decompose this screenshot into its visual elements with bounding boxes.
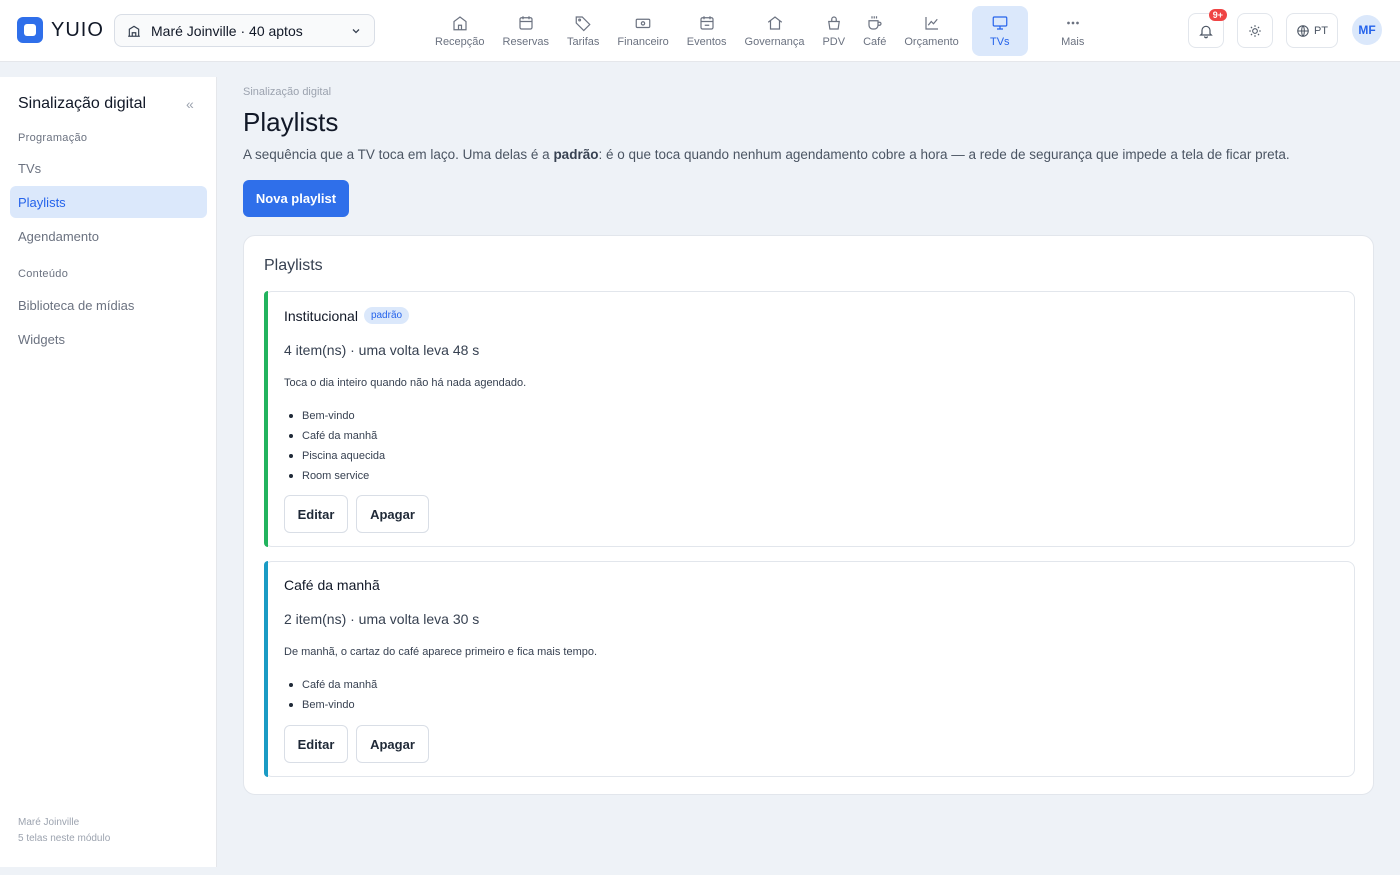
calendar-icon bbox=[519, 16, 533, 30]
logo-text: YUIO bbox=[51, 18, 104, 41]
sidebar-section-conteudo: Conteúdo bbox=[18, 268, 69, 280]
house-icon bbox=[767, 16, 782, 30]
playlist-header: Café da manhã bbox=[284, 577, 380, 593]
nav-recepcao[interactable]: Recepção bbox=[426, 6, 494, 56]
property-select[interactable]: Maré Joinville · 40 aptos bbox=[114, 14, 375, 47]
edit-button[interactable]: Editar bbox=[284, 495, 348, 533]
top-bar: YUIO Maré Joinville · 40 aptos Recepção … bbox=[0, 0, 1400, 62]
playlist-items: Café da manhã Bem-vindo bbox=[284, 675, 377, 715]
playlist-actions: Editar Apagar bbox=[284, 725, 429, 763]
playlist-accent-bar bbox=[264, 561, 268, 777]
logo-icon bbox=[17, 17, 43, 43]
sidebar-title: Sinalização digital bbox=[18, 95, 147, 112]
more-icon bbox=[1066, 21, 1079, 25]
sidebar-item-widgets[interactable]: Widgets bbox=[10, 323, 207, 355]
page-title: Playlists bbox=[243, 107, 339, 137]
nav-label: Orçamento bbox=[904, 36, 959, 48]
playlist-actions: Editar Apagar bbox=[284, 495, 429, 533]
nav-label: Mais bbox=[1061, 36, 1085, 48]
chart-line-icon bbox=[924, 17, 938, 30]
sidebar: Sinalização digital « Programação TVs Pl… bbox=[0, 77, 217, 867]
main-nav: Recepção Reservas Tarifas Financeiro Eve… bbox=[426, 6, 1108, 56]
sidebar-section-programacao: Programação bbox=[18, 132, 88, 144]
list-item: Café da manhã bbox=[284, 426, 385, 446]
coffee-icon bbox=[868, 16, 882, 30]
nav-label: Café bbox=[863, 36, 887, 48]
list-item: Piscina aquecida bbox=[284, 446, 385, 466]
property-select-value: Maré Joinville · 40 aptos bbox=[151, 22, 303, 39]
playlist-description: De manhã, o cartaz do café aparece prime… bbox=[284, 646, 598, 658]
nav-eventos[interactable]: Eventos bbox=[678, 6, 736, 56]
intro-text-1: A sequência que a TV toca em laço. Uma d… bbox=[243, 147, 554, 162]
list-item: Café da manhã bbox=[284, 675, 377, 695]
playlist-meta: 4 item(ns) · uma volta leva 48 s bbox=[284, 342, 480, 358]
nav-tarifas[interactable]: Tarifas bbox=[558, 6, 608, 56]
breadcrumb[interactable]: Sinalização digital bbox=[243, 86, 331, 98]
monitor-icon bbox=[992, 16, 1008, 30]
playlist-name: Institucional bbox=[284, 307, 358, 324]
nav-label: Recepção bbox=[435, 36, 485, 48]
nav-label: Reservas bbox=[502, 36, 550, 48]
sun-icon bbox=[1249, 24, 1261, 37]
intro-text-2: : é o que toca quando nenhum agendamento… bbox=[598, 147, 1290, 162]
nav-pdv[interactable]: PDV bbox=[813, 6, 854, 56]
delete-button[interactable]: Apagar bbox=[356, 495, 429, 533]
sidebar-item-tvs[interactable]: TVs bbox=[10, 152, 207, 184]
language-button[interactable]: PT bbox=[1286, 13, 1338, 48]
nav-label: Eventos bbox=[686, 36, 727, 48]
playlist-name: Café da manhã bbox=[284, 577, 380, 593]
collapse-sidebar-icon[interactable]: « bbox=[186, 96, 194, 112]
theme-toggle-button[interactable] bbox=[1237, 13, 1273, 48]
tag-icon bbox=[575, 16, 591, 32]
playlist-items: Bem-vindo Café da manhã Piscina aquecida… bbox=[284, 406, 385, 486]
nav-financeiro[interactable]: Financeiro bbox=[608, 6, 677, 56]
nav-governanca[interactable]: Governança bbox=[736, 6, 814, 56]
playlist-header: Institucional padrão bbox=[284, 307, 410, 324]
chevron-down-icon bbox=[352, 28, 360, 33]
playlists-panel: Playlists Institucional padrão 4 item(ns… bbox=[243, 235, 1374, 795]
intro-text-bold: padrão bbox=[553, 147, 599, 162]
sidebar-item-agendamento[interactable]: Agendamento bbox=[10, 220, 207, 252]
nav-label: Tarifas bbox=[567, 36, 600, 48]
nav-label: PDV bbox=[822, 36, 846, 48]
panel-title: Playlists bbox=[264, 257, 323, 274]
sidebar-item-playlists[interactable]: Playlists bbox=[10, 186, 207, 218]
nav-label: Financeiro bbox=[617, 36, 669, 48]
calendar-event-icon bbox=[700, 16, 714, 30]
playlist-meta: 2 item(ns) · uma volta leva 30 s bbox=[284, 611, 480, 627]
home-icon bbox=[453, 16, 467, 31]
bell-icon bbox=[1199, 25, 1213, 38]
nav-reservas[interactable]: Reservas bbox=[494, 6, 558, 56]
default-badge: padrão bbox=[363, 307, 410, 324]
sidebar-footer-property: Maré Joinville bbox=[18, 817, 80, 828]
list-item: Bem-vindo bbox=[284, 406, 385, 426]
delete-button[interactable]: Apagar bbox=[356, 725, 429, 763]
playlist-card: Café da manhã 2 item(ns) · uma volta lev… bbox=[264, 561, 1355, 777]
sidebar-footer-count: 5 telas neste módulo bbox=[18, 833, 111, 844]
playlist-description: Toca o dia inteiro quando não há nada ag… bbox=[284, 377, 527, 389]
new-playlist-button[interactable]: Nova playlist bbox=[243, 180, 349, 217]
money-icon bbox=[635, 18, 651, 29]
playlist-card: Institucional padrão 4 item(ns) · uma vo… bbox=[264, 291, 1355, 547]
playlist-accent-bar bbox=[264, 291, 268, 547]
avatar[interactable]: MF bbox=[1352, 15, 1382, 45]
language-label: PT bbox=[1313, 24, 1329, 37]
page-intro: A sequência que a TV toca em laço. Uma d… bbox=[243, 147, 1290, 162]
globe-icon bbox=[1297, 24, 1309, 37]
nav-tvs[interactable]: TVs bbox=[971, 6, 1028, 56]
sidebar-item-biblioteca[interactable]: Biblioteca de mídias bbox=[10, 289, 207, 321]
basket-icon bbox=[827, 16, 840, 30]
nav-label: TVs bbox=[989, 36, 1010, 48]
nav-orcamento[interactable]: Orçamento bbox=[895, 6, 967, 56]
list-item: Bem-vindo bbox=[284, 695, 377, 715]
list-item: Room service bbox=[284, 466, 385, 486]
nav-mais[interactable]: Mais bbox=[1038, 6, 1108, 56]
notifications-button[interactable]: 9+ bbox=[1188, 9, 1227, 48]
nav-cafe[interactable]: Café bbox=[854, 6, 895, 56]
building-icon bbox=[128, 25, 140, 37]
nav-label: Governança bbox=[744, 36, 805, 48]
edit-button[interactable]: Editar bbox=[284, 725, 348, 763]
logo[interactable]: YUIO bbox=[17, 17, 104, 43]
notification-badge: 9+ bbox=[1208, 9, 1227, 21]
